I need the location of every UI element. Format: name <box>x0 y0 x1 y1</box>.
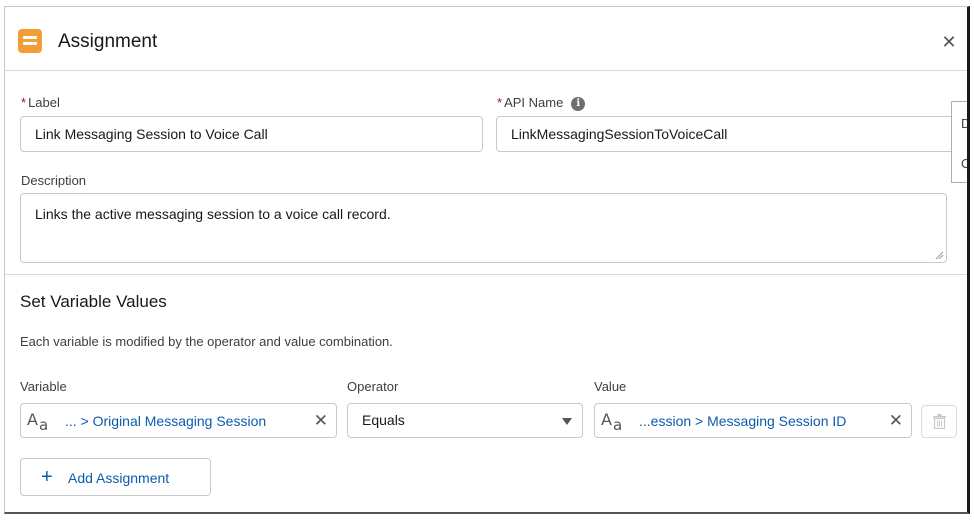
chevron-down-icon <box>562 418 572 425</box>
value-pill-text: ...ession > Messaging Session ID <box>639 413 847 429</box>
variable-resource-pill[interactable]: Aa ... > Original Messaging Session ✕ <box>20 403 337 438</box>
section-divider <box>5 274 967 275</box>
add-assignment-button[interactable]: + Add Assignment <box>20 458 211 496</box>
label-input[interactable]: Link Messaging Session to Voice Call <box>20 116 483 152</box>
add-assignment-label: Add Assignment <box>68 470 170 486</box>
clear-variable-icon[interactable]: ✕ <box>314 411 328 431</box>
operator-select[interactable]: Equals <box>347 403 583 438</box>
variable-pill-text: ... > Original Messaging Session <box>65 413 267 429</box>
info-icon[interactable]: i <box>571 97 586 111</box>
operator-column-header: Operator <box>347 379 399 394</box>
close-icon[interactable]: ✕ <box>939 32 959 53</box>
value-column-header: Value <box>594 379 627 394</box>
description-text: Links the active messaging session to a … <box>35 206 391 222</box>
value-resource-pill[interactable]: Aa ...ession > Messaging Session ID ✕ <box>594 403 912 438</box>
side-popup: D C <box>951 101 967 183</box>
section-title: Set Variable Values <box>20 292 167 311</box>
modal-title: Assignment <box>58 31 158 52</box>
api-name-input[interactable]: LinkMessagingSessionToVoiceCall <box>496 116 966 152</box>
clear-value-icon[interactable]: ✕ <box>889 411 903 431</box>
description-textarea[interactable]: Links the active messaging session to a … <box>20 193 947 263</box>
label-field-label: * Label <box>21 95 60 110</box>
section-hint: Each variable is modified by the operato… <box>20 334 393 349</box>
assignment-icon <box>18 29 42 53</box>
api-name-field-label: * API Name i <box>497 95 586 111</box>
text-resource-icon: Aa <box>601 410 623 434</box>
operator-selected-value: Equals <box>362 412 405 428</box>
plus-icon: + <box>41 466 53 488</box>
delete-row-button[interactable] <box>921 405 957 438</box>
trash-icon <box>933 414 946 429</box>
variable-column-header: Variable <box>20 379 67 394</box>
description-field-label: Description <box>21 173 87 188</box>
modal-header: Assignment ✕ <box>5 7 967 71</box>
assignment-modal: Assignment ✕ * Label Link Messaging Sessi… <box>4 6 970 514</box>
text-resource-icon: Aa <box>27 410 49 434</box>
resize-grip-icon[interactable] <box>935 251 944 260</box>
